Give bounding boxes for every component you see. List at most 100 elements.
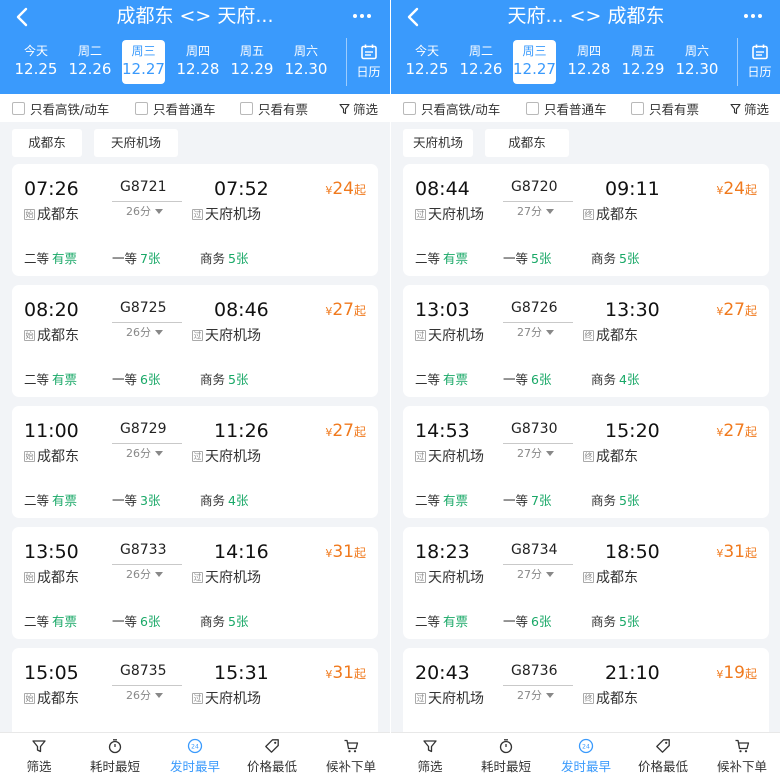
date-option[interactable]: 今天 12.25 — [400, 40, 454, 84]
station-name: 天府机场 — [428, 691, 484, 707]
station-chip[interactable]: 成都东 — [485, 129, 569, 157]
price-tag-icon — [656, 739, 670, 753]
date-option[interactable]: 周二 12.26 — [63, 40, 117, 84]
price: ¥31起 — [716, 541, 757, 565]
more-icon[interactable] — [739, 6, 767, 26]
filter-button[interactable]: 筛选 — [730, 99, 769, 118]
filter-high-speed[interactable]: 只看高铁/动车 — [403, 99, 500, 117]
checkbox[interactable] — [135, 101, 148, 115]
date-label: 12.30 — [675, 60, 719, 78]
station-name: 成都东 — [37, 328, 79, 344]
train-card[interactable]: 13:50 G8733 14:16 26分 始 成都东 过 天府机场 ¥31起 … — [12, 527, 378, 639]
date-option[interactable]: 周六 12.30 — [670, 40, 724, 84]
weekday-label: 今天 — [23, 44, 48, 58]
chevron-down-icon[interactable] — [546, 209, 554, 214]
stopwatch-icon — [108, 739, 122, 754]
tab-filter[interactable]: 筛选 — [4, 738, 74, 775]
filter-has-ticket[interactable]: 只看有票 — [240, 99, 308, 117]
filter-row: 只看高铁/动车 只看普通车 只看有票 筛选 — [391, 94, 780, 122]
price: ¥19起 — [716, 662, 757, 686]
price-value: 24 — [332, 179, 354, 199]
tab-shortest-duration[interactable]: 耗时最短 — [471, 738, 541, 775]
tab-filter[interactable]: 筛选 — [395, 738, 465, 775]
filter-normal-train[interactable]: 只看普通车 — [526, 99, 607, 117]
tab-lowest-price[interactable]: 价格最低 — [237, 738, 307, 775]
departure-station: 过 天府机场 — [415, 567, 484, 587]
trip-duration: 26分 — [126, 447, 151, 460]
trip-duration: 26分 — [126, 205, 151, 218]
tab-waitlist-order[interactable]: 候补下单 — [316, 738, 386, 775]
station-chip[interactable]: 成都东 — [12, 129, 82, 157]
station-chip[interactable]: 天府机场 — [403, 129, 473, 157]
train-card[interactable]: 08:44 G8720 09:11 27分 过 天府机场 终 成都东 ¥24起 … — [403, 164, 769, 276]
chevron-down-icon[interactable] — [546, 572, 554, 577]
clock-24-label: 24 — [582, 744, 590, 751]
tab-earliest-departure[interactable]: 24 发时最早 — [551, 738, 621, 775]
date-option[interactable]: 周二 12.26 — [454, 40, 508, 84]
tab-earliest-departure[interactable]: 24 发时最早 — [160, 738, 230, 775]
seat-second-class: 二等有票 — [24, 251, 77, 267]
date-option[interactable]: 周六 12.30 — [279, 40, 333, 84]
station-name: 成都东 — [37, 570, 79, 586]
date-option[interactable]: 周三 12.27 — [513, 40, 556, 84]
cart-icon — [735, 739, 750, 753]
checkbox[interactable] — [403, 101, 416, 115]
departure-time: 18:23 — [415, 541, 470, 563]
chevron-down-icon[interactable] — [155, 693, 163, 698]
chevron-down-icon[interactable] — [546, 330, 554, 335]
date-option[interactable]: 今天 12.25 — [9, 40, 63, 84]
station-chip[interactable]: 天府机场 — [94, 129, 178, 157]
more-icon[interactable] — [348, 6, 376, 26]
chevron-down-icon[interactable] — [546, 451, 554, 456]
weekday-label: 周四 — [576, 44, 601, 58]
departure-station: 始 成都东 — [24, 446, 79, 466]
calendar-button[interactable]: 日历 — [737, 38, 780, 86]
checkbox[interactable] — [240, 101, 253, 115]
train-card[interactable]: 13:03 G8726 13:30 27分 过 天府机场 终 成都东 ¥27起 … — [403, 285, 769, 397]
station-type-tag: 过 — [415, 329, 426, 341]
train-card[interactable]: 11:00 G8729 11:26 26分 始 成都东 过 天府机场 ¥27起 … — [12, 406, 378, 518]
date-option[interactable]: 周四 12.28 — [171, 40, 225, 84]
seat-business-class: 商务 4张 — [200, 493, 248, 509]
seat-availability: 5张 — [228, 372, 249, 387]
chevron-down-icon[interactable] — [155, 209, 163, 214]
tab-shortest-duration[interactable]: 耗时最短 — [80, 738, 150, 775]
seat-class: 二等 — [24, 251, 50, 266]
filter-normal-train[interactable]: 只看普通车 — [135, 99, 216, 117]
train-card[interactable]: 07:26 G8721 07:52 26分 始 成都东 过 天府机场 ¥24起 … — [12, 164, 378, 276]
arrival-station: 过 天府机场 — [192, 688, 261, 708]
chevron-down-icon[interactable] — [155, 330, 163, 335]
train-card[interactable]: 14:53 G8730 15:20 27分 过 天府机场 终 成都东 ¥27起 … — [403, 406, 769, 518]
filter-has-ticket[interactable]: 只看有票 — [631, 99, 699, 117]
checkbox[interactable] — [12, 101, 25, 115]
seat-availability: 5张 — [531, 251, 552, 266]
arrival-time: 07:52 — [214, 178, 269, 200]
checkbox[interactable] — [631, 101, 644, 115]
date-option[interactable]: 周五 12.29 — [616, 40, 670, 84]
chevron-down-icon[interactable] — [546, 693, 554, 698]
chevron-down-icon[interactable] — [155, 572, 163, 577]
tab-lowest-price[interactable]: 价格最低 — [628, 738, 698, 775]
filter-high-speed[interactable]: 只看高铁/动车 — [12, 99, 109, 117]
seat-class: 一等 — [112, 251, 138, 266]
date-option[interactable]: 周三 12.27 — [122, 40, 165, 84]
funnel-icon — [423, 740, 437, 753]
seat-second-class: 二等有票 — [415, 493, 468, 509]
seat-first-class: 一等 6张 — [503, 372, 551, 388]
weekday-label: 周四 — [185, 44, 210, 58]
train-card[interactable]: 08:20 G8725 08:46 26分 始 成都东 过 天府机场 ¥27起 … — [12, 285, 378, 397]
seat-first-class: 一等 6张 — [112, 614, 160, 630]
clock-24-label: 24 — [191, 744, 199, 751]
date-option[interactable]: 周五 12.29 — [225, 40, 279, 84]
calendar-button[interactable]: 日历 — [346, 38, 390, 86]
date-option[interactable]: 周四 12.28 — [562, 40, 616, 84]
checkbox[interactable] — [526, 101, 539, 115]
train-card[interactable]: 18:23 G8734 18:50 27分 过 天府机场 终 成都东 ¥31起 … — [403, 527, 769, 639]
seat-class: 一等 — [503, 493, 529, 508]
seat-availability: 有票 — [52, 493, 78, 508]
price-value: 31 — [332, 542, 354, 562]
chevron-down-icon[interactable] — [155, 451, 163, 456]
tab-waitlist-order[interactable]: 候补下单 — [707, 738, 777, 775]
train-number: G8720 — [511, 179, 558, 195]
filter-button[interactable]: 筛选 — [339, 99, 378, 118]
